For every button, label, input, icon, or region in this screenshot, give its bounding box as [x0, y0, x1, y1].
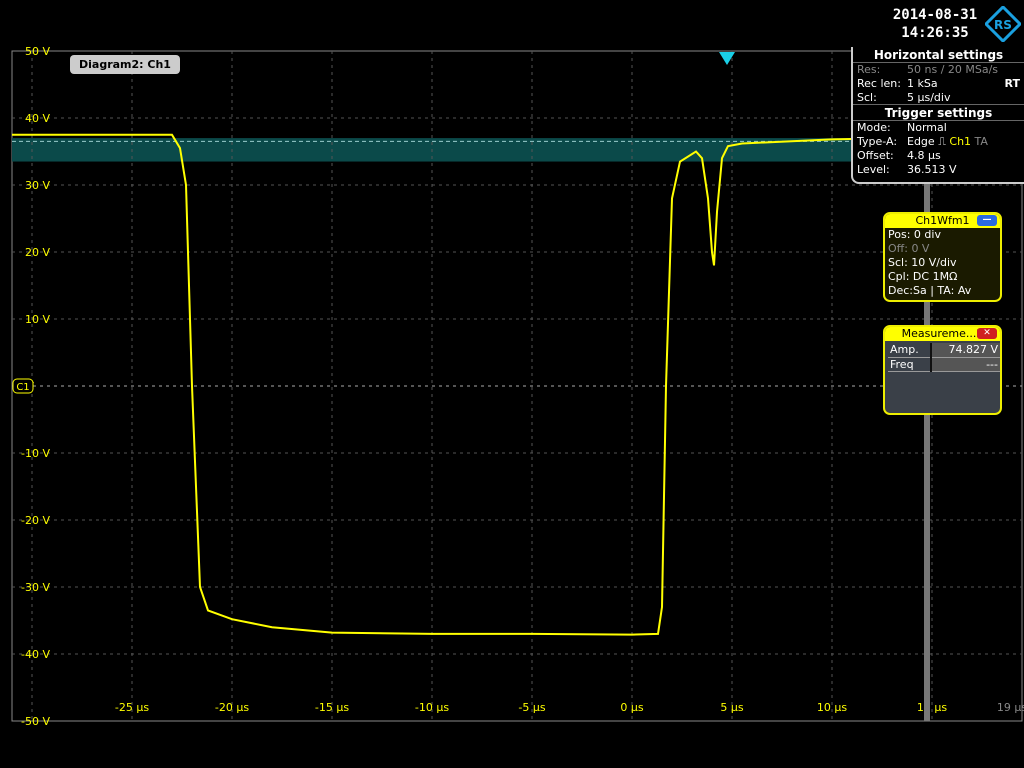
measurement-row[interactable]: Amp. 74.827 V: [888, 343, 1000, 358]
wfm-dec: Dec:Sa | TA: Av: [888, 284, 972, 297]
x-tick-label: 15 µs: [917, 701, 947, 714]
type-label: Type-A:: [857, 135, 898, 148]
x-tick-label: -20 µs: [215, 701, 249, 714]
measurement-value: ---: [929, 357, 1000, 372]
y-tick-label: -50 V: [21, 715, 50, 728]
x-tick-label: -10 µs: [415, 701, 449, 714]
type-value: Edge: [907, 135, 935, 148]
date: 2014-08-31: [892, 7, 978, 23]
x-tick-label: -25 µs: [115, 701, 149, 714]
svg-text:RS: RS: [994, 18, 1012, 32]
measurement-value: 74.827 V: [929, 343, 1000, 358]
wfm-pos: Pos: 0 div: [888, 228, 941, 241]
y-tick-label: 50 V: [25, 45, 50, 58]
level-value: 36.513 V: [907, 163, 957, 176]
scl-value: 5 µs/div: [907, 91, 951, 104]
y-tick-label: 40 V: [25, 112, 50, 125]
mode-label: Mode:: [857, 121, 891, 134]
waveform-info-box[interactable]: Ch1Wfm1 — Pos: 0 div Off: 0 V Scl: 10 V/d…: [883, 212, 1002, 302]
reclen-value: 1 kSa: [907, 77, 938, 90]
level-label: Level:: [857, 163, 890, 176]
x-tick-label: 5 µs: [720, 701, 743, 714]
y-tick-label: -20 V: [21, 514, 50, 527]
wfm-scl: Scl: 10 V/div: [888, 256, 957, 269]
horizontal-settings-title: Horizontal settings: [853, 47, 1024, 63]
datetime: 2014-08-31 14:26:35: [880, 6, 990, 42]
y-tick-label: -40 V: [21, 648, 50, 661]
wfm-off: Off: 0 V: [888, 242, 930, 255]
channel-marker-label: C1: [16, 382, 29, 393]
ta-marker: TA: [974, 135, 988, 148]
waveform-box-title: Ch1Wfm1: [915, 214, 970, 227]
x-tick-label: 19 µs: [997, 701, 1024, 714]
measurement-row[interactable]: Freq ---: [888, 357, 1000, 372]
rs-logo-icon: RS: [985, 6, 1021, 42]
y-tick-label: 10 V: [25, 313, 50, 326]
wfm-cpl: Cpl: DC 1MΩ: [888, 270, 958, 283]
mode-value: Normal: [907, 121, 947, 134]
time: 14:26:35: [901, 25, 969, 41]
type-source: Ch1: [949, 135, 972, 148]
trigger-settings-title: Trigger settings: [853, 105, 1024, 121]
scl-label: Scl:: [857, 91, 877, 104]
measurement-name: Amp.: [888, 343, 931, 358]
offset-value: 4.8 µs: [907, 149, 941, 162]
diagram-tab[interactable]: Diagram2: Ch1: [70, 55, 180, 74]
res-value: 50 ns / 20 MSa/s: [907, 63, 999, 76]
measurement-box-title: Measureme...2: [901, 327, 984, 340]
measurement-box[interactable]: Measureme...2 ✕ Amp. 74.827 V Freq ---: [883, 325, 1002, 415]
settings-panel[interactable]: Horizontal settings Res: 50 ns / 20 MSa/s…: [851, 47, 1024, 184]
close-icon[interactable]: ✕: [977, 328, 997, 339]
y-tick-label: 30 V: [25, 179, 50, 192]
x-tick-label: -5 µs: [518, 701, 545, 714]
x-tick-label: -15 µs: [315, 701, 349, 714]
res-label: Res:: [857, 63, 881, 76]
x-tick-label: 0 µs: [620, 701, 643, 714]
measurement-name: Freq: [888, 357, 931, 372]
offset-label: Offset:: [857, 149, 894, 162]
rising-edge-icon: ⎍: [938, 135, 946, 148]
minimize-icon[interactable]: —: [977, 215, 997, 226]
x-tick-label: 10 µs: [817, 701, 847, 714]
reclen-label: Rec len:: [857, 77, 901, 90]
y-tick-label: 20 V: [25, 246, 50, 259]
rt-badge: RT: [1004, 77, 1020, 90]
y-tick-label: -30 V: [21, 581, 50, 594]
y-tick-label: -10 V: [21, 447, 50, 460]
